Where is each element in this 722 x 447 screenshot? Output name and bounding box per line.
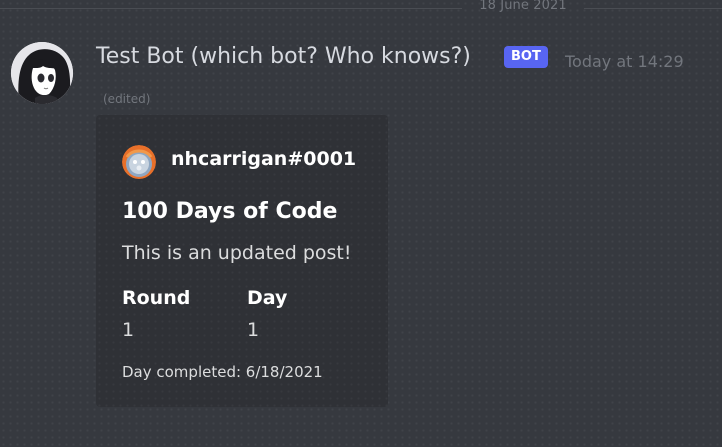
embed-field-value-day: 1 bbox=[247, 319, 260, 341]
date-divider-line bbox=[0, 8, 462, 9]
embed-title: 100 Days of Code bbox=[122, 199, 338, 224]
avatar[interactable] bbox=[11, 42, 73, 104]
edited-indicator: (edited) bbox=[103, 92, 151, 106]
embed-author-avatar bbox=[122, 145, 156, 179]
date-divider-label: 18 June 2021 bbox=[479, 0, 567, 13]
message-timestamp: Today at 14:29 bbox=[565, 52, 684, 71]
user-avatar-icon bbox=[122, 145, 156, 179]
embed-field-name-round: Round bbox=[122, 287, 191, 309]
anime-girl-avatar-icon bbox=[11, 42, 73, 104]
embed-footer: Day completed: 6/18/2021 bbox=[122, 363, 323, 381]
message-embed: nhcarrigan#0001 100 Days of Code This is… bbox=[96, 115, 388, 407]
embed-field-name-day: Day bbox=[247, 287, 288, 309]
embed-field-value-round: 1 bbox=[122, 319, 135, 341]
date-divider: 18 June 2021 bbox=[0, 0, 722, 20]
embed-author-name[interactable]: nhcarrigan#0001 bbox=[171, 148, 356, 170]
bot-tag-badge: BOT bbox=[504, 46, 548, 68]
embed-description: This is an updated post! bbox=[122, 242, 352, 264]
date-divider-line bbox=[584, 8, 722, 9]
message-author-name[interactable]: Test Bot (which bot? Who knows?) bbox=[96, 44, 471, 69]
